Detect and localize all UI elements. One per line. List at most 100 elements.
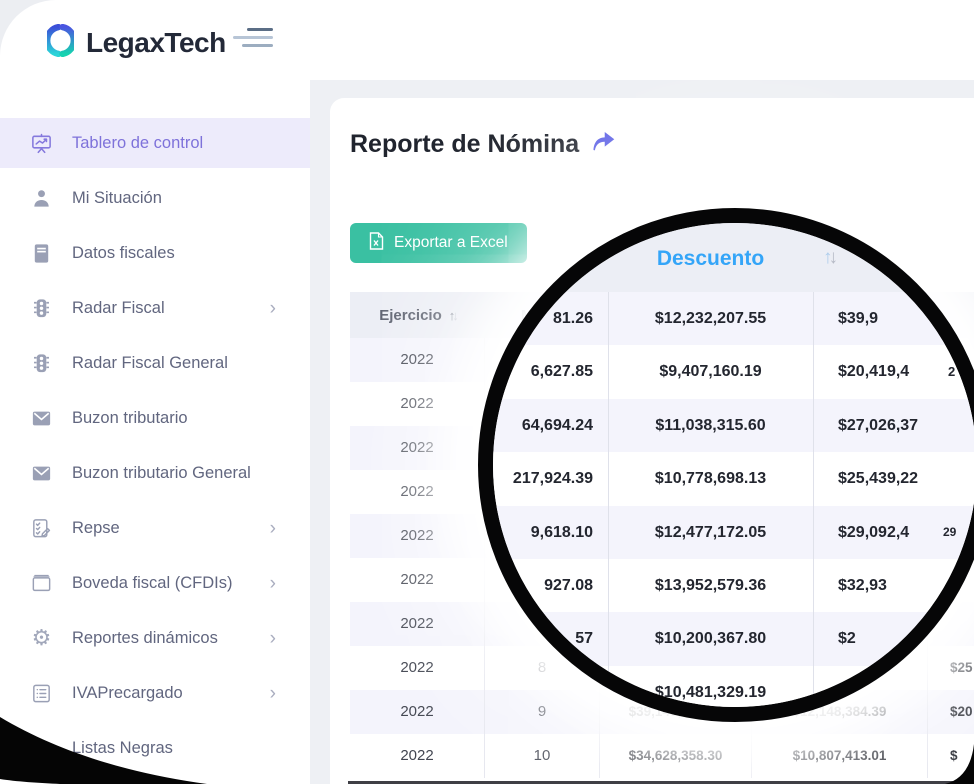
sidebar-item-label: Buzon tributario <box>72 409 188 428</box>
cell-ejercicio: 2022 <box>350 690 485 734</box>
sidebar-item-buzon-tributario-general[interactable]: Buzon tributario General <box>0 448 310 498</box>
sidebar-item-label: Boveda fiscal (CFDIs) <box>72 574 232 593</box>
sidebar-item-label: Reportes dinámicos <box>72 629 218 648</box>
cell-ejercicio: 2022 <box>350 514 485 558</box>
magnified-cell-partial: 81.26 <box>478 292 593 345</box>
logo: LegaxTech <box>47 24 226 62</box>
sort-icon: ↑↓ <box>551 249 560 269</box>
magnified-cell-partial: $25,439,22 <box>838 452 918 505</box>
magnified-cell-partial: $29,092,4 <box>838 506 909 559</box>
export-excel-label: Exportar a Excel <box>394 234 508 252</box>
logo-text: LegaxTech <box>86 27 226 59</box>
magnified-cell-partial: 64,694.24 <box>478 399 593 452</box>
archive-icon <box>30 572 53 595</box>
magnified-cell-partial: $27,026,37 <box>838 399 918 452</box>
magnified-table-row: 81.26$12,232,207.55$39,9$3 <box>493 292 974 345</box>
excel-file-icon <box>369 232 384 255</box>
cell-ejercicio: 2022 <box>350 382 485 426</box>
cell-ejercicio: 2022 <box>350 470 485 514</box>
magnified-cell-descuento: $9,407,160.19 <box>608 345 813 398</box>
cell-descuento: $10,807,413.01 <box>752 734 928 778</box>
gear-icon: ⚙ <box>30 627 53 650</box>
magnified-cell-edge-fragment: 2 <box>948 345 955 398</box>
sidebar-item-label: Datos fiscales <box>72 244 175 263</box>
checklist-icon <box>30 517 53 540</box>
sidebar-item-label: Radar Fiscal <box>72 299 165 318</box>
chevron-right-icon: › <box>270 299 276 318</box>
magnified-cell-partial: 217,924.39 <box>478 452 593 505</box>
sidebar-item-boveda-fiscal-cfdis-[interactable]: Boveda fiscal (CFDIs) › <box>0 558 310 608</box>
magnified-table-row: 64,694.24$11,038,315.60$27,026,37 <box>493 399 974 452</box>
dashboard-board-icon <box>30 132 53 155</box>
envelope-icon <box>30 407 53 430</box>
magnified-table-row: 217,924.39$10,778,698.13$25,439,22 <box>493 452 974 505</box>
magnified-cell-descuento: $11,038,315.60 <box>608 399 813 452</box>
magnified-table-row: 927.08$13,952,579.36$32,93 <box>493 559 974 612</box>
sidebar-item-tablero-de-control[interactable]: Tablero de control <box>0 118 310 168</box>
sort-icon: ↑↓ <box>823 247 834 269</box>
magnified-table-row: 57$10,200,367.80$2 <box>493 612 974 665</box>
magnified-cell-descuento: $13,952,579.36 <box>608 559 813 612</box>
sidebar-item-buzon-tributario[interactable]: Buzon tributario <box>0 393 310 443</box>
sidebar-item-mi-situaci-n[interactable]: Mi Situación <box>0 173 310 223</box>
magnified-cell-partial: 6,627.85 <box>478 345 593 398</box>
sidebar-item-radar-fiscal[interactable]: Radar Fiscal › <box>0 283 310 333</box>
chevron-right-icon: › <box>270 629 276 648</box>
sidebar-item-datos-fiscales[interactable]: Datos fiscales <box>0 228 310 278</box>
sidebar-item-radar-fiscal-general[interactable]: Radar Fiscal General <box>0 338 310 388</box>
column-header-label: Ejercicio <box>379 307 442 324</box>
sidebar-item-label: Repse <box>72 519 120 538</box>
magnified-column-header: Descuento <box>608 223 813 292</box>
logo-brackets-icon <box>47 24 74 62</box>
traffic-light-icon <box>30 297 53 320</box>
sidebar-item-label: Buzon tributario General <box>72 464 251 483</box>
chevron-right-icon: › <box>270 519 276 538</box>
magnifier-glass: ↑↓ Descuento ↑↓ 81.26 $12,232,207.55 $39,9… <box>478 208 974 722</box>
bottom-left-black-corner <box>0 700 230 784</box>
person-icon <box>30 187 53 210</box>
magnified-cell-edge-fragment: $3 <box>941 292 955 345</box>
chevron-right-icon: › <box>270 574 276 593</box>
page-title-text: Reporte de Nómina <box>350 130 579 159</box>
magnified-cell-partial: 927.08 <box>478 559 593 612</box>
sidebar-nav: Tablero de control Mi Situación Datos fisc… <box>0 80 310 784</box>
magnified-cell-partial: $20,419,4 <box>838 345 909 398</box>
table-row: 202210$34,628,358.30$10,807,413.01$ <box>350 734 974 778</box>
cell-ejercicio: 2022 <box>350 734 485 778</box>
sidebar-item-label: Mi Situación <box>72 189 162 208</box>
cell-ejercicio: 2022 <box>350 646 485 690</box>
sidebar-item-repse[interactable]: Repse › <box>0 503 310 553</box>
cell-ejercicio: 2022 <box>350 426 485 470</box>
cell-ejercicio: 2022 <box>350 602 485 646</box>
magnified-cell-descuento: $12,232,207.55 <box>608 292 813 345</box>
cell-ejercicio: 2022 <box>350 338 485 382</box>
magnifier-content: ↑↓ Descuento ↑↓ 81.26$12,232,207.55$39,9… <box>493 223 974 707</box>
magnified-cell-partial: $32,93 <box>838 559 887 612</box>
sort-icon: ↑↓ <box>449 308 456 323</box>
sidebar-item-label: Radar Fiscal General <box>72 354 228 373</box>
magnified-cell-edge-fragment: 29 <box>943 506 956 559</box>
magnified-cell-partial: 57 <box>478 612 593 665</box>
sidebar-item-label: Tablero de control <box>72 134 203 153</box>
chevron-right-icon: › <box>270 684 276 703</box>
top-header-bar: LegaxTech <box>0 0 974 80</box>
cell-amount: $34,628,358.30 <box>600 734 752 778</box>
cell-ejercicio: 2022 <box>350 558 485 602</box>
envelope-icon <box>30 462 53 485</box>
traffic-light-icon <box>30 352 53 375</box>
magnified-cell-descuento: $12,477,172.05 <box>608 506 813 559</box>
page-title: Reporte de Nómina <box>350 129 616 159</box>
share-arrow-icon[interactable] <box>590 129 616 159</box>
book-icon <box>30 242 53 265</box>
magnified-cell-partial: $2 <box>838 612 856 665</box>
magnified-cell-descuento: $10,778,698.13 <box>608 452 813 505</box>
cell-mes: 10 <box>485 734 600 778</box>
magnified-table-row: 6,627.85$9,407,160.19$20,419,42 <box>493 345 974 398</box>
menu-hamburger-icon[interactable] <box>232 28 273 49</box>
bottom-right-black-corner <box>944 742 974 784</box>
column-divider <box>813 292 814 707</box>
sidebar-item-reportes-din-micos[interactable]: ⚙ Reportes dinámicos › <box>0 613 310 663</box>
column-header-ejercicio[interactable]: Ejercicio ↑↓ <box>350 307 485 324</box>
magnified-cell-partial: 9,618.10 <box>478 506 593 559</box>
magnified-cell-partial: $39,9 <box>838 292 878 345</box>
